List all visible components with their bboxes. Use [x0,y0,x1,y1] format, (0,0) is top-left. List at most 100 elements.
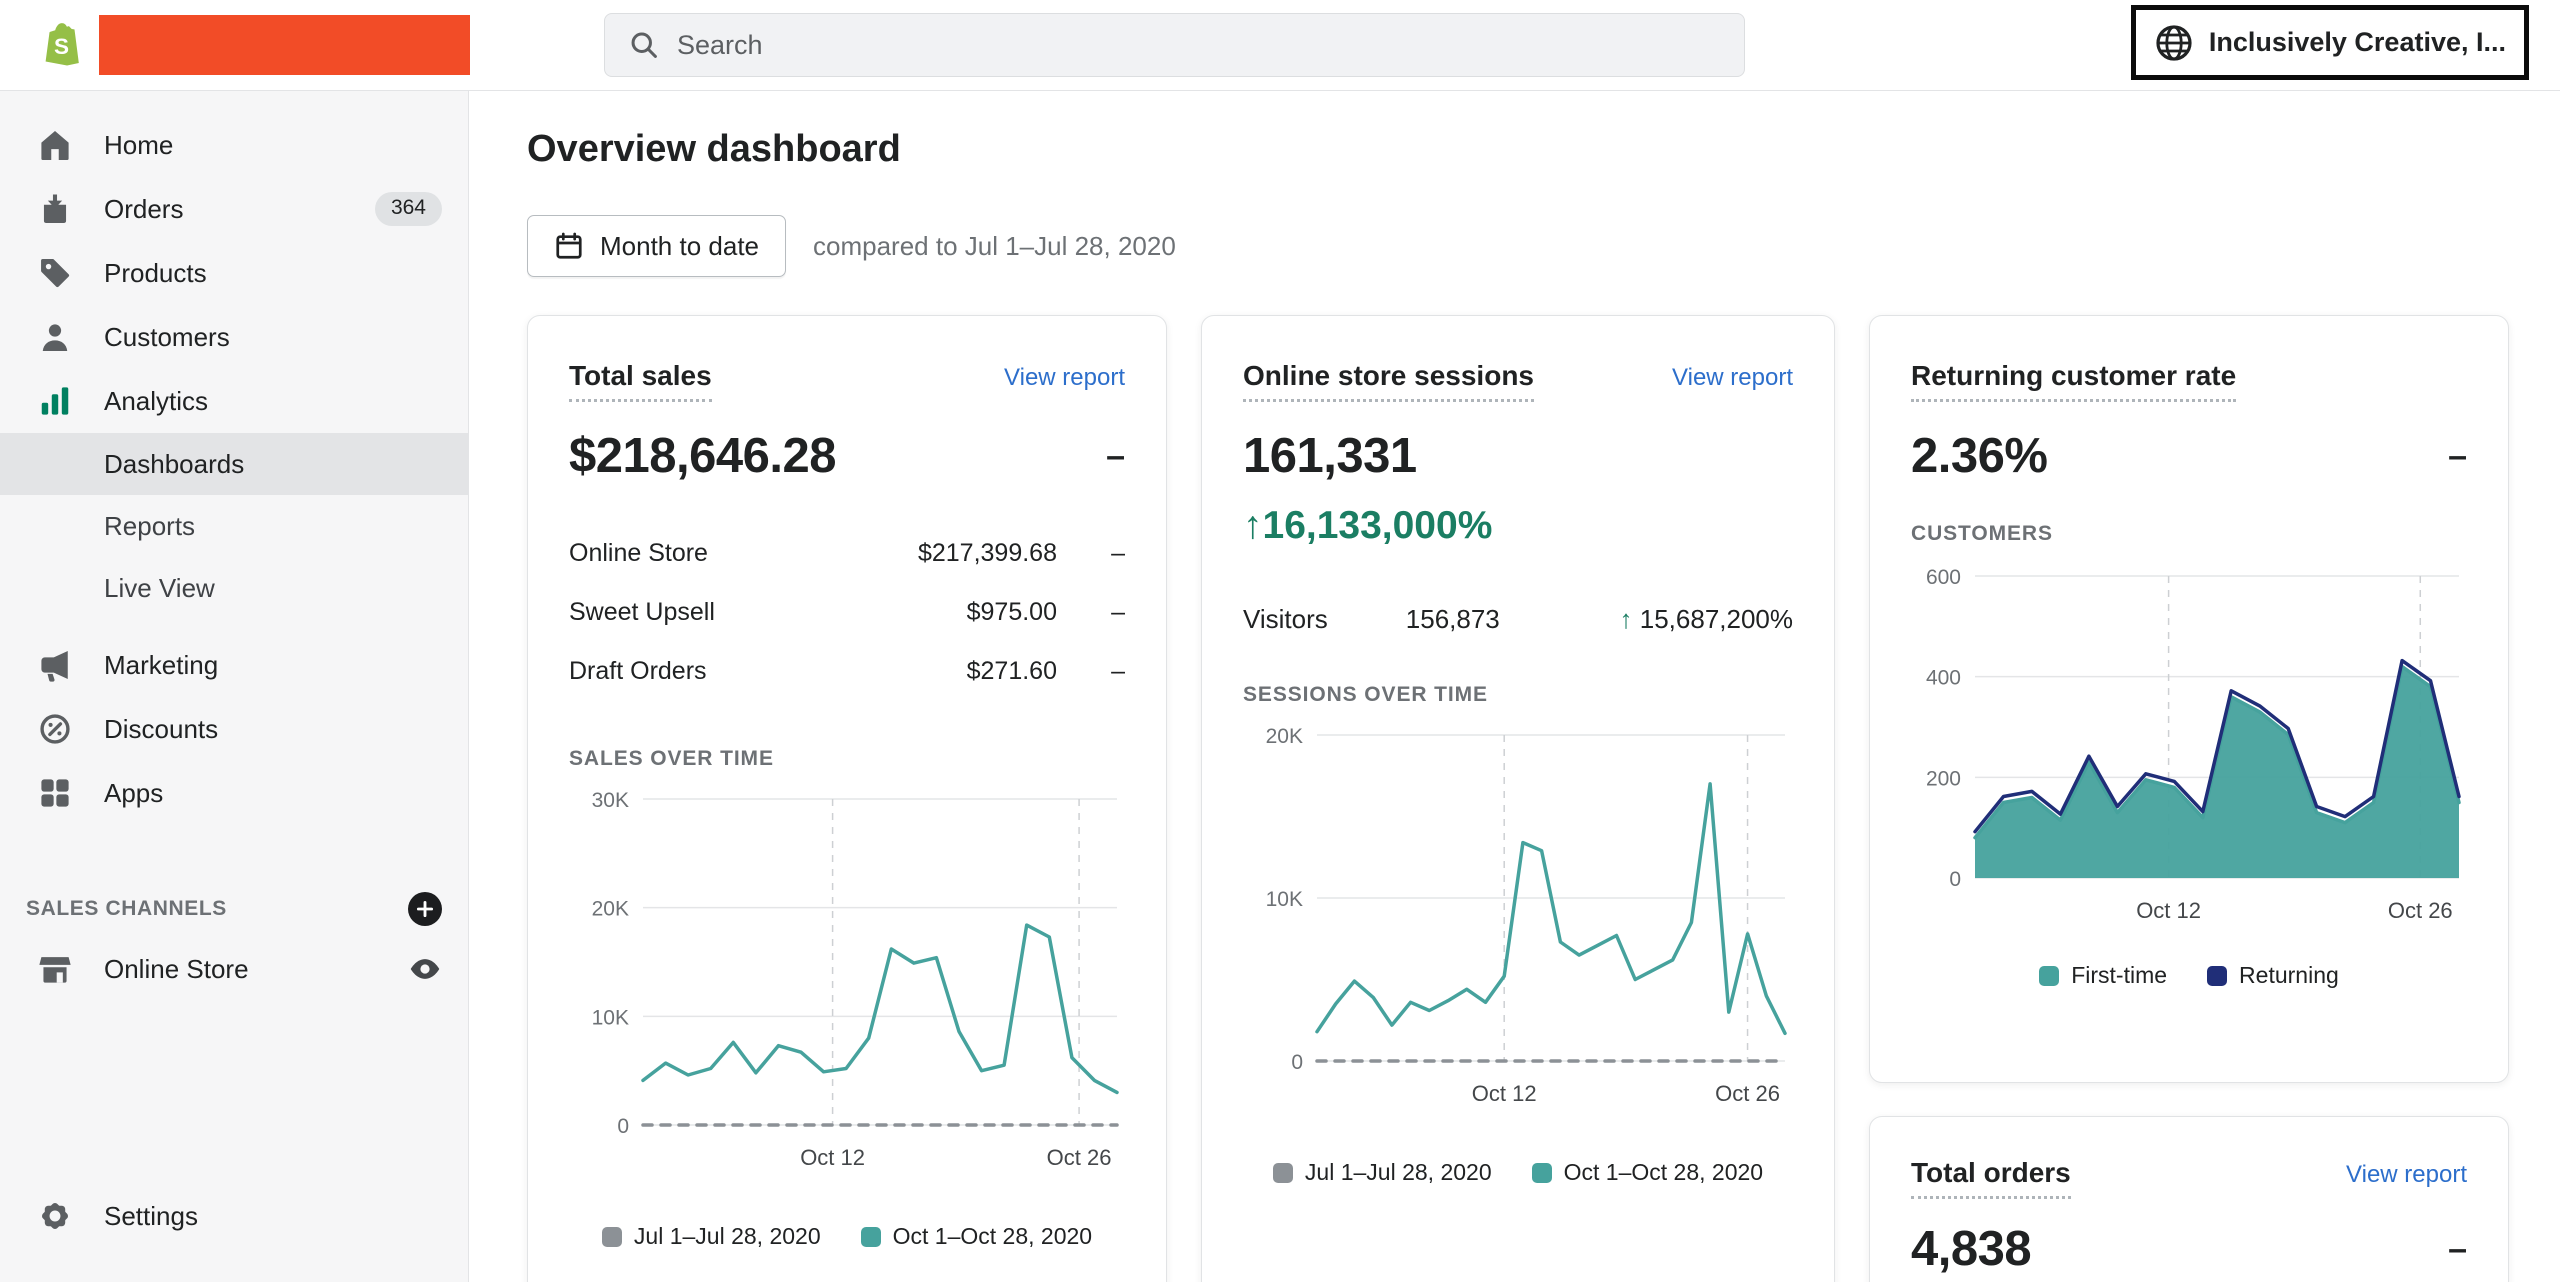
gear-icon [38,1199,72,1233]
sidebar-item-discounts[interactable]: Discounts [0,697,468,761]
svg-text:200: 200 [1926,767,1961,790]
sidebar-item-label: Discounts [104,714,218,745]
plus-icon [414,898,436,920]
account-name: Inclusively Creative, I... [2209,27,2506,58]
sessions-value: 161,331 [1243,428,1417,484]
sidebar-item-settings[interactable]: Settings [0,1184,468,1248]
breakdown-dash: – [1057,539,1125,568]
sessions-title: Online store sessions [1243,360,1534,402]
total-sales-chart: 30K20K10K0Oct 12Oct 26 [569,783,1127,1183]
breakdown-label: Sweet Upsell [569,598,715,627]
total-sales-view-report-link[interactable]: View report [1004,364,1125,392]
sidebar-item-products[interactable]: Products [0,241,468,305]
top-bar: S Search Inclusively Creative, I... [0,0,2560,91]
svg-text:Oct 26: Oct 26 [1715,1081,1780,1106]
search-icon [629,30,659,60]
search-bar[interactable]: Search [604,13,1745,77]
sidebar-subitem-label: Reports [104,511,195,542]
breakdown-value: $217,399.68 [918,539,1057,568]
account-menu[interactable]: Inclusively Creative, I... [2131,5,2529,80]
search-placeholder: Search [677,30,763,61]
store-icon [38,952,72,986]
breakdown-row-sweet-upsell: Sweet Upsell $975.00 – [569,583,1125,642]
add-sales-channel-button[interactable] [408,892,442,926]
up-arrow-icon: ↑ [1620,604,1633,634]
svg-text:0: 0 [1949,868,1961,891]
svg-text:Oct 12: Oct 12 [2136,898,2201,923]
legend-label: Jul 1–Jul 28, 2020 [634,1223,821,1250]
sessions-change: ↑16,133,000% [1243,504,1793,548]
home-icon [38,128,72,162]
sidebar-item-label: Analytics [104,386,208,417]
svg-text:20K: 20K [1266,725,1303,748]
page-title: Overview dashboard [527,128,2560,171]
sales-channels-header: SALES CHANNELS [0,881,468,937]
sessions-legend: Jul 1–Jul 28, 2020 Oct 1–Oct 28, 2020 [1243,1159,1793,1186]
svg-text:30K: 30K [592,789,629,812]
legend-item-previous-period: Jul 1–Jul 28, 2020 [1273,1159,1492,1186]
megaphone-icon [38,648,72,682]
sidebar-item-home[interactable]: Home [0,113,468,177]
sidebar-item-customers[interactable]: Customers [0,305,468,369]
sidebar-item-dashboards[interactable]: Dashboards [0,433,468,495]
svg-text:Oct 12: Oct 12 [800,1145,865,1170]
breakdown-label: Online Store [569,539,708,568]
customers-label: CUSTOMERS [1911,522,2467,546]
svg-text:0: 0 [1291,1051,1303,1074]
sidebar-item-analytics[interactable]: Analytics [0,369,468,433]
sidebar-item-reports[interactable]: Reports [0,495,468,557]
total-sales-title: Total sales [569,360,712,402]
visitors-change-value: 15,687,200% [1640,604,1793,634]
sessions-change-value: 16,133,000% [1263,504,1493,547]
visitors-row: Visitors 156,873 ↑ 15,687,200% [1243,604,1793,635]
breakdown-value: $975.00 [967,598,1057,627]
store-name-redacted-block [99,15,470,75]
sidebar-item-label: Marketing [104,650,218,681]
sidebar-item-online-store[interactable]: Online Store [0,937,468,1001]
legend-item-previous-period: Jul 1–Jul 28, 2020 [602,1223,821,1250]
apps-grid-icon [38,776,72,810]
sidebar-item-apps[interactable]: Apps [0,761,468,825]
breakdown-dash: – [1057,657,1125,686]
legend-swatch-navy [2207,966,2227,986]
orders-icon [38,192,72,226]
legend-item-first-time: First-time [2039,962,2167,989]
date-range-button[interactable]: Month to date [527,215,786,277]
sidebar-item-label: Settings [104,1201,198,1232]
sales-over-time-label: SALES OVER TIME [569,747,1125,771]
visitors-value: 156,873 [1406,604,1500,635]
legend-swatch-teal [861,1227,881,1247]
sidebar-item-label: Home [104,130,173,161]
up-arrow-icon: ↑ [1243,504,1263,547]
sidebar-item-label: Products [104,258,207,289]
sidebar: Home Orders 364 Products Customers Analy… [0,91,469,1282]
sidebar-item-marketing[interactable]: Marketing [0,633,468,697]
legend-label: Oct 1–Oct 28, 2020 [893,1223,1092,1250]
sidebar-item-label: Online Store [104,954,249,985]
svg-text:S: S [54,34,69,59]
dashboard-cards: Total sales View report $218,646.28 – On… [527,315,2560,1282]
svg-text:0: 0 [617,1115,629,1138]
shopify-logo-icon: S [33,15,93,75]
sidebar-item-label: Apps [104,778,163,809]
total-orders-value: 4,838 [1911,1221,2031,1277]
total-orders-view-report-link[interactable]: View report [2346,1161,2467,1189]
sidebar-item-orders[interactable]: Orders 364 [0,177,468,241]
third-column: Returning customer rate 2.36% – CUSTOMER… [1869,315,2509,1282]
main-content: Overview dashboard Month to date compare… [469,91,2560,1282]
bar-chart-icon [38,384,72,418]
svg-text:Oct 26: Oct 26 [2388,898,2453,923]
breakdown-dash: – [1057,598,1125,627]
preview-online-store-button[interactable] [408,952,442,986]
svg-text:10K: 10K [1266,888,1303,911]
sidebar-item-live-view[interactable]: Live View [0,557,468,619]
tag-icon [38,256,72,290]
globe-icon [2154,23,2194,63]
total-orders-title: Total orders [1911,1157,2071,1199]
sales-breakdown: Online Store $217,399.68 – Sweet Upsell … [569,524,1125,701]
shopify-logo[interactable]: S [33,15,93,75]
date-range-label: Month to date [600,231,759,262]
customers-legend: First-time Returning [1911,962,2467,989]
sessions-view-report-link[interactable]: View report [1672,364,1793,392]
returning-customer-rate-card: Returning customer rate 2.36% – CUSTOMER… [1869,315,2509,1083]
